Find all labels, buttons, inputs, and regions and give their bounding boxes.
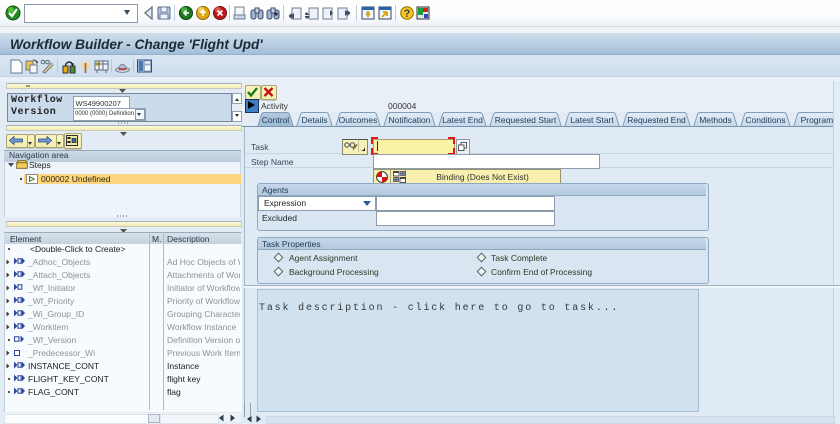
svg-text:Requested Start: Requested Start — [495, 115, 557, 125]
svg-text:Control: Control — [262, 115, 290, 125]
svg-text:Latest Start: Latest Start — [570, 115, 614, 125]
svg-text:Methods: Methods — [699, 115, 732, 125]
svg-text:Notification: Notification — [388, 115, 430, 125]
svg-text:Outcomes: Outcomes — [339, 115, 378, 125]
svg-text:Details: Details — [302, 115, 328, 125]
svg-text:?: ? — [404, 8, 411, 20]
svg-text:Requested End: Requested End — [627, 115, 686, 125]
svg-text:Latest End: Latest End — [442, 115, 483, 125]
svg-text:Conditions: Conditions — [745, 115, 785, 125]
